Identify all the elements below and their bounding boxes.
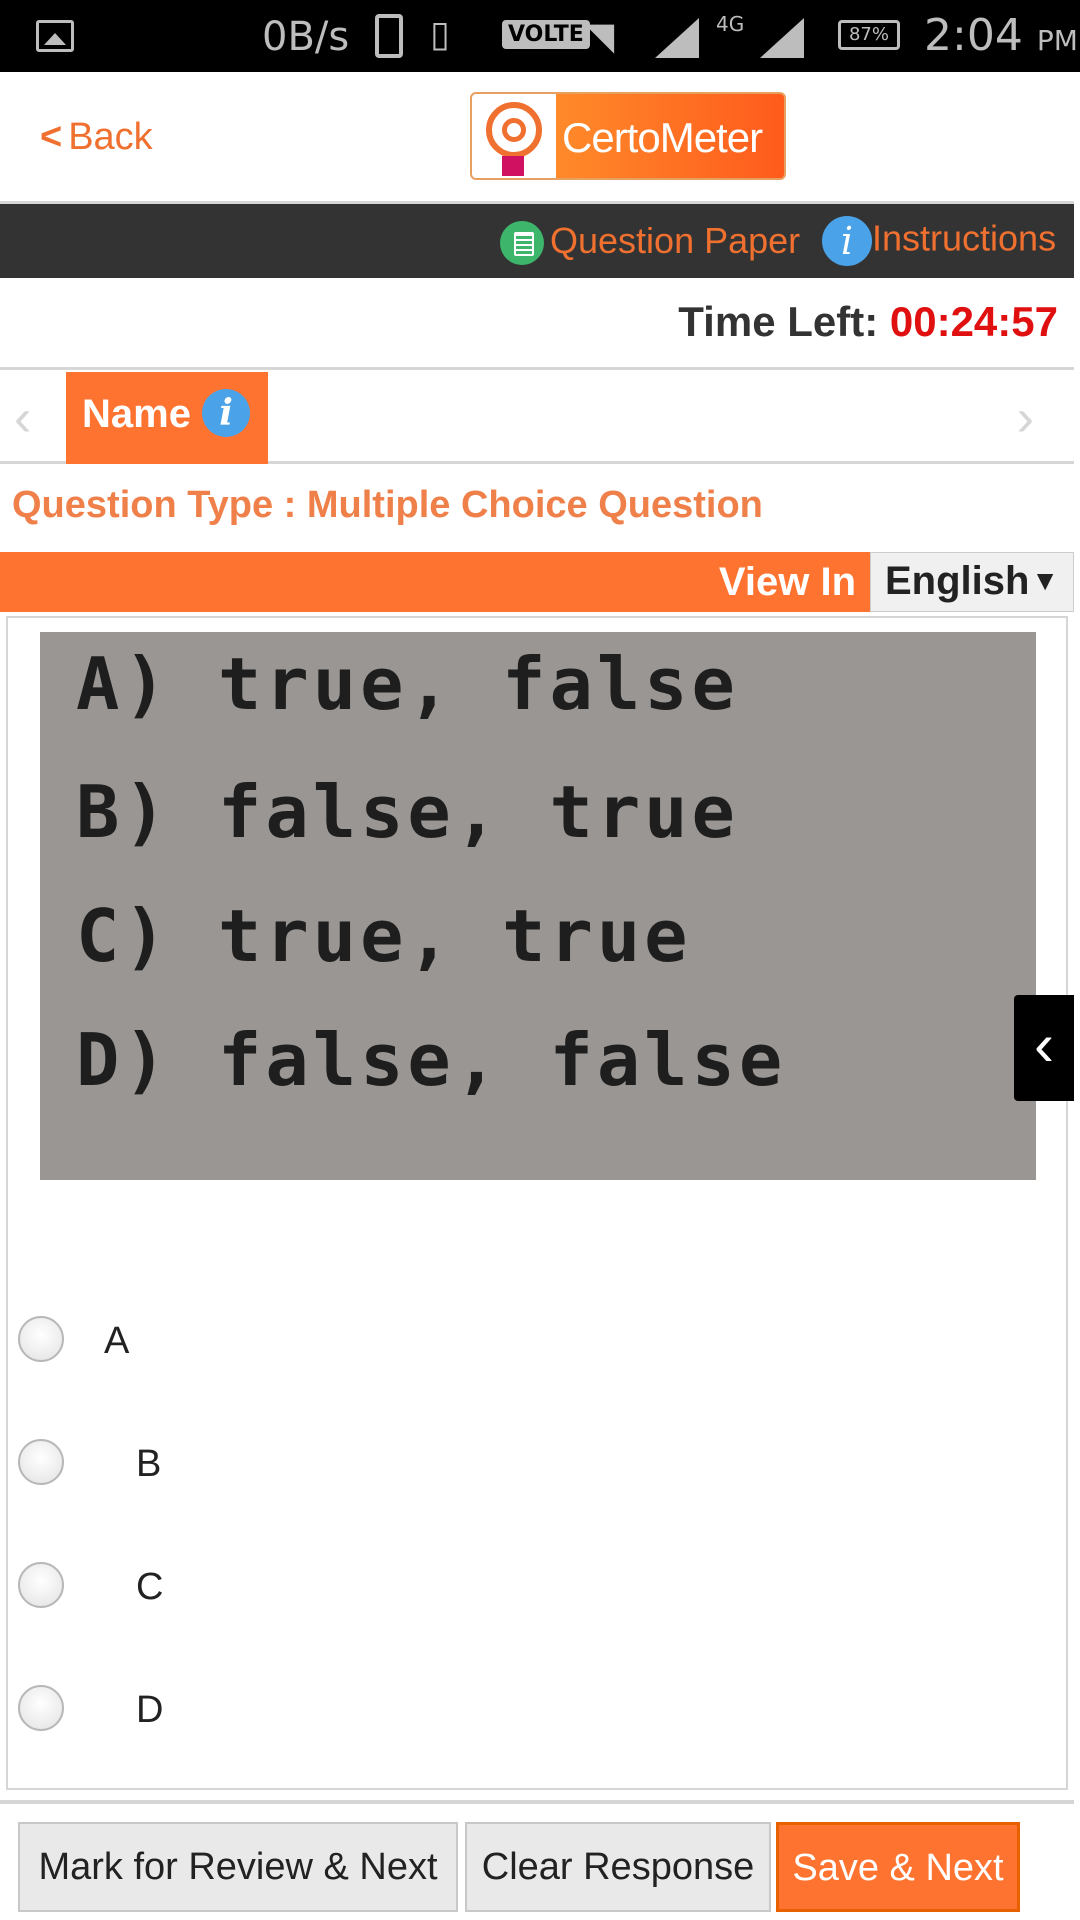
section-tab-name[interactable]: Name i: [66, 372, 268, 464]
battery-indicator: 87%: [838, 20, 900, 50]
clock: 2:04 PM: [924, 10, 1078, 61]
section-bar: ‹ Name i ›: [0, 372, 1074, 464]
footer-divider: [0, 1800, 1074, 1804]
option-d-radio[interactable]: [18, 1685, 64, 1731]
language-value: English: [885, 559, 1030, 603]
option-b-label: B: [136, 1443, 162, 1485]
target-icon: [486, 102, 542, 158]
instructions-button[interactable]: i Instructions: [822, 216, 1056, 266]
instructions-label: Instructions: [872, 217, 1057, 259]
back-label: Back: [68, 116, 153, 158]
network-type: 4G: [716, 12, 745, 36]
clear-response-button[interactable]: Clear Response: [465, 1822, 771, 1912]
gallery-icon: [36, 20, 74, 52]
wifi-icon: ◥: [585, 14, 615, 58]
option-a-label: A: [104, 1320, 130, 1362]
logo-text: CertoMeter: [562, 114, 763, 161]
document-icon: [500, 221, 544, 266]
signal-icon: [655, 18, 699, 58]
image-line-a: A) true, false: [76, 642, 739, 726]
save-next-button[interactable]: Save & Next: [776, 1822, 1020, 1912]
prev-section-arrow[interactable]: ‹: [14, 388, 31, 448]
caret-down-icon: ▼: [1031, 565, 1059, 596]
view-in-label: View In: [718, 560, 856, 604]
info-icon: i: [822, 216, 872, 266]
option-a[interactable]: A: [14, 1310, 314, 1370]
option-d[interactable]: D: [14, 1679, 314, 1739]
question-type: Question Type : Multiple Choice Question: [12, 484, 763, 526]
question-paper-label: Question Paper: [550, 220, 801, 261]
status-bar: 0B/s ▯ VOLTE ◥ 4G 87% 2:04 PM: [0, 0, 1080, 72]
question-image: A) true, false B) false, true C) true, t…: [40, 632, 1036, 1180]
toolbar: Question Paper i Instructions: [0, 204, 1074, 278]
option-c-label: C: [136, 1566, 164, 1608]
back-button[interactable]: < Back: [40, 116, 153, 159]
option-b[interactable]: B: [14, 1433, 314, 1493]
vibrate-icon: ▯: [430, 14, 450, 55]
chevron-left-icon: <: [40, 116, 63, 158]
question-paper-button[interactable]: Question Paper: [500, 220, 801, 266]
phone-icon: [375, 14, 403, 58]
clock-ampm: PM: [1036, 24, 1078, 57]
certometer-logo: CertoMeter: [470, 92, 786, 180]
chevron-left-icon: ‹: [1034, 1011, 1054, 1078]
option-a-radio[interactable]: [18, 1316, 64, 1362]
section-tab-label: Name: [82, 392, 191, 436]
signal-icon-2: [760, 18, 804, 58]
question-panel: A) true, false B) false, true C) true, t…: [6, 616, 1068, 1790]
language-select[interactable]: English ▼: [870, 552, 1074, 612]
time-left: Time Left: 00:24:57: [678, 298, 1058, 346]
option-c-radio[interactable]: [18, 1562, 64, 1608]
view-in-bar: View In English ▼: [0, 552, 1074, 612]
image-line-b: B) false, true: [76, 770, 739, 854]
option-d-label: D: [136, 1689, 164, 1731]
mark-for-review-button[interactable]: Mark for Review & Next: [18, 1822, 458, 1912]
option-b-radio[interactable]: [18, 1439, 64, 1485]
image-line-c: C) true, true: [76, 894, 692, 978]
time-left-label: Time Left:: [678, 298, 879, 345]
open-palette-button[interactable]: ‹: [1014, 995, 1074, 1101]
time-left-value: 00:24:57: [889, 298, 1058, 345]
ribbon-icon: [502, 156, 524, 176]
next-section-arrow[interactable]: ›: [1017, 388, 1034, 448]
image-line-d: D) false, false: [76, 1018, 787, 1102]
app-header: < Back CertoMeter: [0, 72, 1074, 204]
clock-time: 2:04: [924, 10, 1023, 61]
option-c[interactable]: C: [14, 1556, 314, 1616]
volte-badge: VOLTE: [502, 20, 590, 49]
timer-bar: Time Left: 00:24:57: [0, 278, 1074, 370]
section-info-icon[interactable]: i: [202, 389, 251, 438]
network-speed: 0B/s: [262, 14, 350, 60]
